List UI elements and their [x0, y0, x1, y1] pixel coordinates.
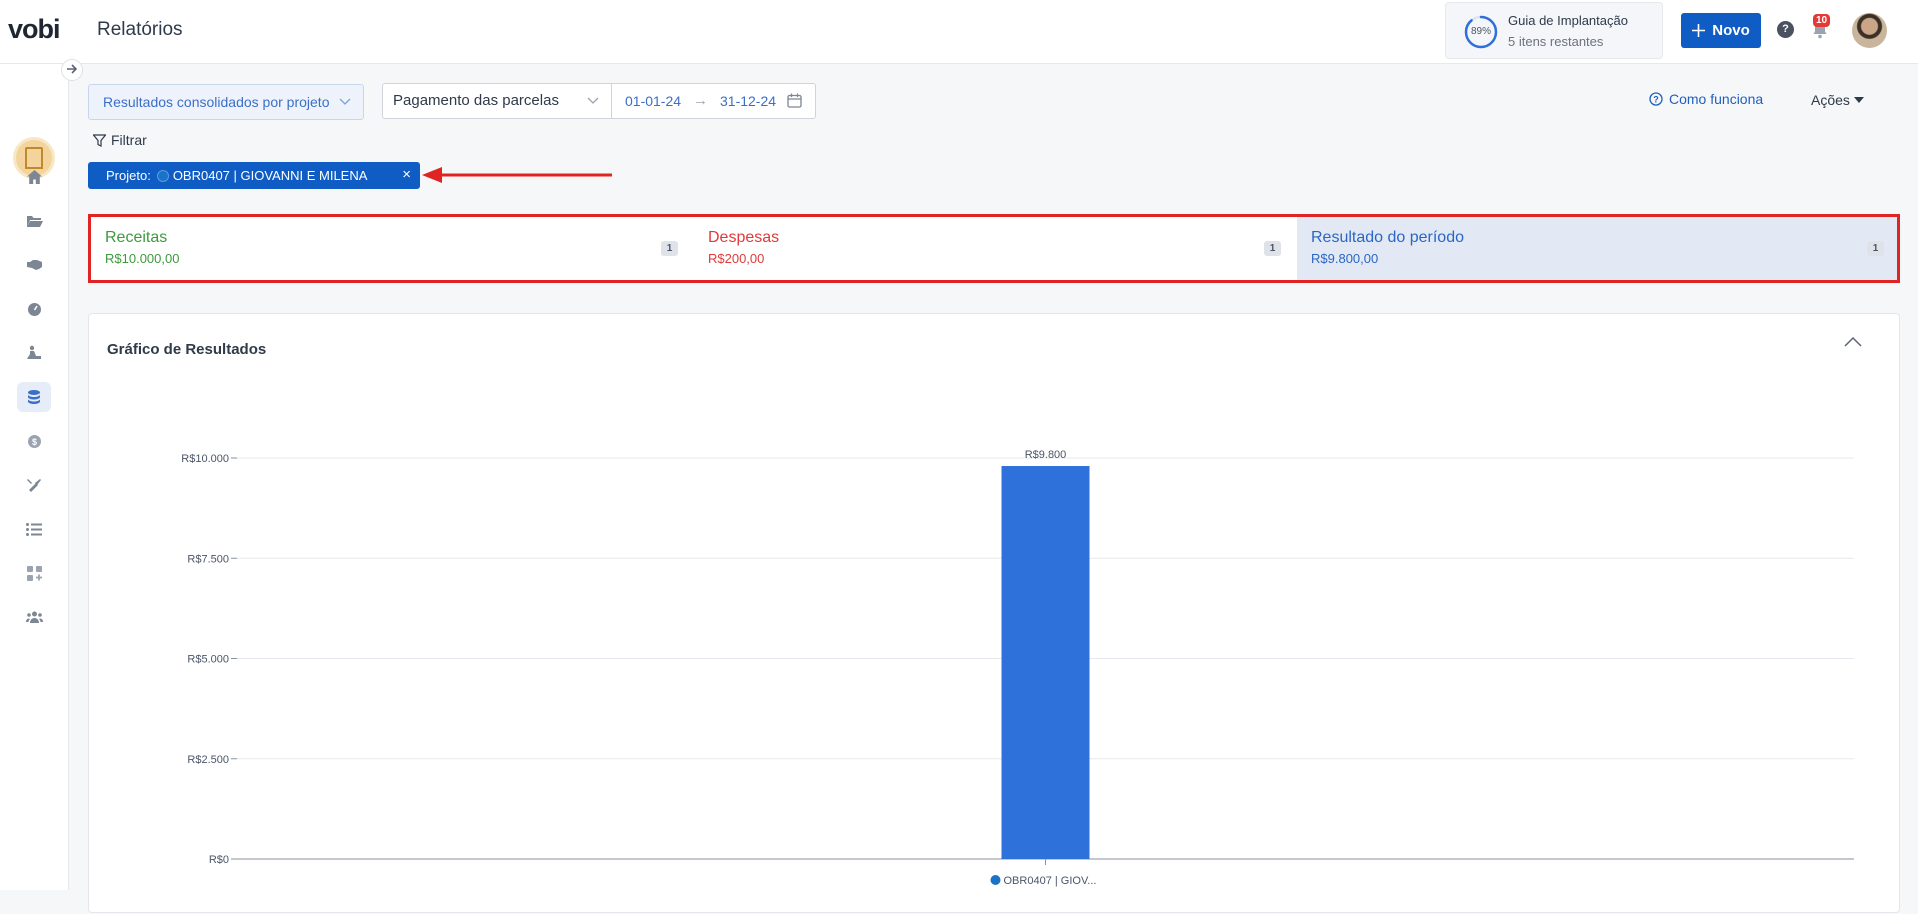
how-it-works-label: Como funciona — [1669, 91, 1764, 107]
sidebar-item-home[interactable] — [17, 162, 51, 192]
avatar[interactable] — [1852, 13, 1887, 48]
tools-icon — [27, 479, 41, 492]
svg-text:$: $ — [31, 436, 36, 446]
annotation-arrow — [422, 167, 612, 183]
project-filter-chip[interactable]: Projeto: OBR0407 | GIOVANNI E MILENA × — [88, 162, 420, 189]
how-it-works-link[interactable]: ? Como funciona — [1649, 91, 1763, 107]
category-marker — [990, 875, 1001, 885]
question-icon[interactable]: ? — [1777, 21, 1794, 38]
new-button-label: Novo — [1712, 22, 1750, 39]
app-logo[interactable]: vobi — [8, 14, 61, 45]
caret-down-icon — [1853, 96, 1864, 103]
sidebar-item-team[interactable] — [17, 602, 51, 632]
team-icon — [25, 611, 43, 623]
date-start-input[interactable]: 01-01-24 — [625, 84, 681, 118]
actions-dropdown[interactable]: Ações — [1811, 92, 1864, 108]
home-icon — [26, 170, 42, 184]
chip-value: OBR0407 | GIOVANNI E MILENA — [172, 168, 368, 183]
report-type-select[interactable]: Resultados consolidados por projeto — [88, 84, 364, 120]
main-content: Resultados consolidados por projeto Paga… — [70, 64, 1918, 913]
folder-icon — [26, 216, 43, 227]
result-label: Resultado do período — [1311, 229, 1464, 246]
guide-percent: 89% — [1470, 26, 1491, 37]
close-icon[interactable]: × — [402, 166, 411, 183]
y-tick-label: R$5.000 — [187, 654, 229, 666]
arrow-right-icon — [66, 64, 77, 74]
project-color-dot — [156, 169, 169, 182]
page-title: Relatórios — [97, 19, 183, 40]
bar-data-label: R$9.800 — [1025, 449, 1067, 461]
sidebar-item-apps[interactable] — [17, 558, 51, 588]
sidebar-item-deals[interactable] — [17, 250, 51, 280]
new-button[interactable]: Novo — [1681, 13, 1761, 48]
filter-icon — [93, 133, 106, 147]
sidebar-item-financial-reports[interactable] — [17, 382, 51, 412]
x-tick-label: OBR0407 | GIOV... — [1004, 875, 1097, 887]
top-bar: vobi Relatórios 89% Guia de Implantação … — [0, 0, 1918, 64]
list-icon — [26, 522, 42, 536]
sidebar-item-dashboard[interactable] — [17, 294, 51, 324]
report-type-value: Resultados consolidados por projeto — [103, 94, 330, 110]
sidebar-item-payments[interactable]: $ — [17, 426, 51, 456]
expenses-count-badge: 1 — [1264, 241, 1281, 256]
apps-icon — [26, 565, 42, 581]
question-circle-icon: ? — [1649, 92, 1663, 106]
implementation-guide[interactable]: 89% Guia de Implantação 5 itens restante… — [1445, 2, 1663, 59]
expenses-label: Despesas — [708, 229, 780, 246]
chevron-down-icon — [339, 98, 351, 105]
revenue-count-badge: 1 — [661, 241, 678, 256]
chip-label: Projeto: — [106, 168, 151, 183]
revenue-value: R$10.000,00 — [105, 251, 180, 266]
result-card[interactable]: Resultado do período R$9.800,00 1 — [1297, 217, 1897, 280]
guide-title: Guia de Implantação — [1508, 13, 1628, 28]
period-type-value: Pagamento das parcelas — [393, 92, 559, 109]
date-end-input[interactable]: 31-12-24 — [720, 84, 776, 118]
period-type-select[interactable]: Pagamento das parcelas — [383, 84, 612, 118]
dollar-icon: $ — [27, 434, 41, 448]
expenses-value: R$200,00 — [708, 251, 765, 266]
worker-icon — [26, 345, 41, 359]
sidebar-item-workers[interactable] — [17, 338, 51, 368]
period-picker: Pagamento das parcelas 01-01-24 → 31-12-… — [382, 83, 816, 119]
chevron-down-icon — [587, 97, 599, 104]
revenue-label: Receitas — [105, 229, 168, 246]
gauge-icon — [27, 302, 41, 316]
summary-cards: Receitas R$10.000,00 1 Despesas R$200,00… — [88, 214, 1900, 283]
calendar-icon[interactable] — [787, 93, 802, 108]
sidebar-item-lists[interactable] — [17, 514, 51, 544]
revenue-card[interactable]: Receitas R$10.000,00 1 — [91, 217, 694, 280]
results-chart-card: Gráfico de Resultados R$0 R$2.500 R$5.000 R… — [88, 313, 1900, 913]
result-count-badge: 1 — [1867, 241, 1884, 256]
database-icon — [28, 390, 40, 404]
sidebar-item-tools[interactable] — [17, 470, 51, 500]
sidebar-toggle-button[interactable] — [61, 59, 83, 81]
expenses-card[interactable]: Despesas R$200,00 1 — [694, 217, 1297, 280]
filter-button[interactable]: Filtrar — [93, 132, 147, 148]
plus-icon — [1692, 24, 1706, 37]
actions-label: Ações — [1811, 92, 1850, 108]
results-bar-chart: R$0 R$2.500 R$5.000 R$7.500 R$10.000 R$9.800 O… — [181, 449, 1854, 887]
handshake-icon — [26, 260, 42, 270]
y-tick-label: R$0 — [209, 854, 229, 866]
sidebar: $ — [0, 64, 69, 890]
arrow-right-icon: → — [693, 92, 708, 109]
y-tick-label: R$10.000 — [181, 453, 229, 465]
y-tick-label: R$2.500 — [187, 754, 229, 766]
y-tick-label: R$7.500 — [187, 553, 229, 565]
notification-badge: 10 — [1813, 14, 1831, 27]
bar — [1001, 466, 1090, 859]
guide-subtitle: 5 itens restantes — [1508, 34, 1604, 49]
sidebar-item-projects[interactable] — [17, 206, 51, 236]
result-value: R$9.800,00 — [1311, 251, 1379, 266]
svg-text:?: ? — [1653, 94, 1659, 104]
filter-label: Filtrar — [111, 132, 147, 148]
